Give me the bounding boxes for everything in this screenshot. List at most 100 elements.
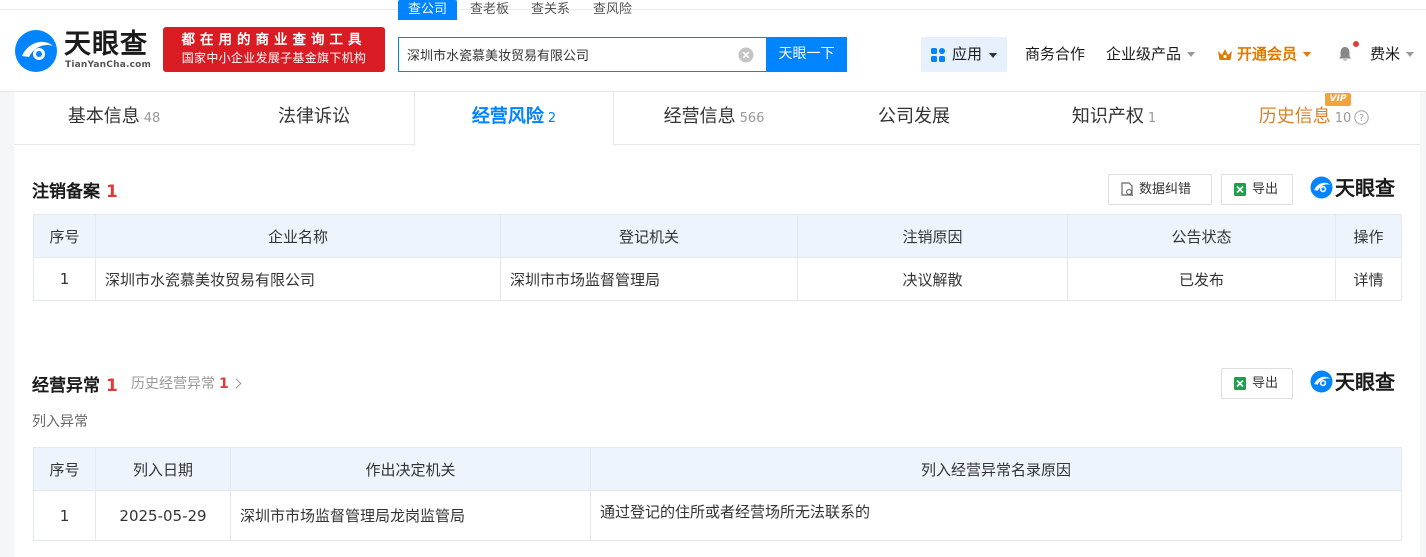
slogan-line-1: 都在用的商业查询工具 (181, 32, 367, 48)
excel-icon (1234, 183, 1246, 196)
column-header: 公告状态 (1067, 214, 1336, 258)
export-label: 导出 (1252, 182, 1279, 197)
tab-count: 48 (143, 111, 161, 126)
company-name-link[interactable]: 深圳市水瓷慕美妆贸易有限公司 (95, 257, 501, 301)
listed-abnormal-label: 列入异常 (32, 414, 88, 430)
cancel-reason: 决议解散 (797, 257, 1068, 301)
brand-text: 天眼查 (1335, 370, 1395, 394)
help-icon[interactable]: ? (1354, 109, 1370, 125)
section-count: 1 (106, 376, 118, 396)
table-header-row: 序号 列入日期 作出决定机关 列入经营异常名录原因 (33, 447, 1402, 491)
tab-label: 法律诉讼 (278, 106, 350, 127)
chevron-down-icon (989, 53, 997, 58)
export-button[interactable]: 导出 (1221, 174, 1293, 205)
tab-count: 1 (1147, 111, 1157, 126)
tab-company-development[interactable]: 公司发展 (814, 92, 1014, 145)
clear-icon[interactable] (738, 47, 754, 63)
apps-menu-button[interactable]: 应用 (921, 37, 1007, 72)
tianyancha-logo-icon (1310, 176, 1333, 199)
notification-bell-icon[interactable] (1336, 45, 1354, 63)
nav-enterprise-products[interactable]: 企业级产品 (1106, 37, 1196, 72)
logo[interactable]: 天眼查 TianYanCha.com (14, 29, 156, 72)
announcement-status: 已发布 (1067, 257, 1336, 301)
logo-text-cn: 天眼查 (64, 29, 148, 60)
tab-label: 公司发展 (878, 106, 950, 127)
user-name: 费米 (1370, 45, 1401, 63)
tab-history[interactable]: 历史信息 10? (1214, 92, 1414, 145)
section-count: 1 (106, 182, 118, 202)
section-tabbar: 基本信息 48 法律诉讼 经营风险 2 经营信息 566 公司发展 知识产权 1 历史信… (14, 92, 1420, 146)
tab-intellectual-property[interactable]: 知识产权 1 (1014, 92, 1214, 145)
data-correction-button[interactable]: 数据纠错 (1108, 174, 1212, 205)
cancel-record-title: 注销备案 1 (32, 177, 118, 202)
slogan-line-2: 国家中小企业发展子基金旗下机构 (181, 51, 367, 65)
tianyancha-logo-icon (15, 30, 57, 72)
section-title-text: 注销备案 (32, 182, 100, 202)
table-header-row: 序号 企业名称 登记机关 注销原因 公告状态 操作 (33, 214, 1402, 258)
app-grid-icon (931, 48, 945, 62)
user-menu[interactable]: 费米 (1370, 37, 1415, 72)
tab-count: 2 (547, 111, 557, 126)
search-tab-company[interactable]: 查公司 (398, 0, 458, 20)
apps-menu-label: 应用 (952, 45, 983, 63)
tab-count: 10 (1334, 111, 1352, 126)
search-input[interactable] (399, 38, 734, 71)
tab-business-info[interactable]: 经营信息 566 (614, 92, 814, 145)
history-abnormal-link[interactable]: 历史经营异常 1 (131, 373, 242, 393)
column-header: 列入经营异常名录原因 (590, 447, 1402, 491)
column-header: 登记机关 (500, 214, 798, 258)
tab-label: 经营信息 (663, 106, 736, 127)
table-row: 1 2025-05-29 深圳市市场监督管理局龙岗监管局 通过登记的住所或者经营… (33, 490, 1402, 541)
tab-label: 基本信息 (67, 106, 140, 127)
header-divider (0, 9, 1426, 10)
search-tab-boss[interactable]: 查老板 (470, 0, 509, 20)
svg-text:?: ? (1359, 113, 1364, 124)
tianyancha-logo-icon (1310, 370, 1333, 393)
row-index: 1 (33, 257, 96, 301)
history-abnormal-count: 1 (219, 376, 229, 392)
edit-document-icon (1121, 182, 1134, 197)
tab-business-risk[interactable]: 经营风险 2 (414, 92, 614, 146)
decision-authority: 深圳市市场监督管理局龙岗监管局 (230, 490, 591, 541)
vip-badge: VIP (1325, 93, 1351, 106)
column-header: 企业名称 (95, 214, 501, 258)
abnormal-reason: 通过登记的住所或者经营场所无法联系的 (590, 490, 1402, 541)
search-tab-relation[interactable]: 查关系 (531, 0, 570, 20)
table-row: 1 深圳市水瓷慕美妆贸易有限公司 深圳市市场监督管理局 决议解散 已发布 详情 (33, 257, 1402, 301)
chevron-right-icon (231, 378, 242, 388)
slogan-banner: 都在用的商业查询工具 国家中小企业发展子基金旗下机构 (163, 27, 385, 72)
site-header: 天眼查 TianYanCha.com 都在用的商业查询工具 国家中小企业发展子基… (0, 0, 1426, 92)
tab-label: 历史信息 (1258, 106, 1331, 127)
search-button[interactable]: 天眼一下 (766, 37, 847, 72)
notification-dot (1353, 41, 1359, 47)
listed-date: 2025-05-29 (95, 490, 231, 541)
excel-icon (1234, 377, 1246, 390)
column-header: 注销原因 (797, 214, 1068, 258)
crown-icon (1218, 49, 1232, 60)
nav-open-vip[interactable]: 开通会员 (1217, 37, 1312, 72)
tab-label: 知识产权 (1071, 106, 1144, 127)
search-box (398, 37, 768, 72)
row-index: 1 (33, 490, 96, 541)
abnormal-operation-table: 序号 列入日期 作出决定机关 列入经营异常名录原因 1 2025-05-29 深… (33, 447, 1402, 541)
search-tab-risk[interactable]: 查风险 (593, 0, 632, 20)
column-header: 列入日期 (95, 447, 231, 491)
section-title-text: 经营异常 (32, 376, 100, 396)
nav-business-cooperation[interactable]: 商务合作 (1025, 37, 1085, 72)
column-header: 序号 (33, 214, 96, 258)
nav-vip-label: 开通会员 (1237, 45, 1298, 63)
tab-basic-info[interactable]: 基本信息 48 (14, 92, 214, 145)
column-header: 作出决定机关 (230, 447, 591, 491)
column-header: 操作 (1335, 214, 1402, 258)
chevron-down-icon (1303, 52, 1312, 57)
export-button[interactable]: 导出 (1221, 368, 1293, 399)
tab-legal[interactable]: 法律诉讼 (214, 92, 414, 145)
chevron-down-icon (1406, 52, 1415, 57)
data-correction-label: 数据纠错 (1139, 182, 1192, 197)
registration-authority: 深圳市市场监督管理局 (500, 257, 798, 301)
tianyancha-brand: 天眼查 (1310, 176, 1402, 200)
chevron-down-icon (1187, 52, 1196, 57)
column-header: 序号 (33, 447, 96, 491)
detail-link[interactable]: 详情 (1335, 257, 1402, 301)
tianyancha-brand: 天眼查 (1310, 370, 1402, 394)
